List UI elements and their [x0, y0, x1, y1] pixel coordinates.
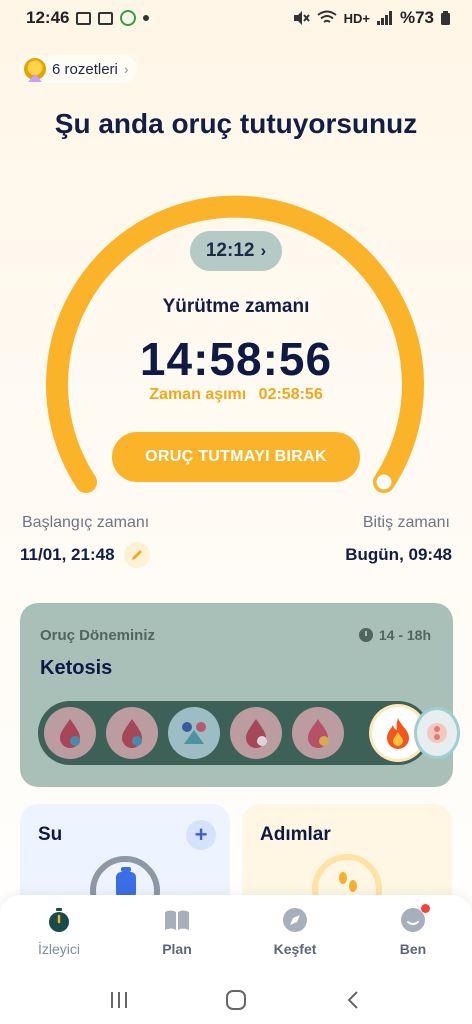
steps-title: Adımlar — [260, 824, 331, 845]
overtime-value: 02:58:56 — [258, 386, 323, 403]
compass-icon — [282, 907, 308, 933]
bottom-nav: İzleyici Plan Keşfet Ben — [0, 895, 472, 975]
add-water-button[interactable]: + — [186, 820, 216, 850]
nav-plan-label: Plan — [162, 941, 192, 957]
chevron-right-icon: › — [260, 241, 267, 260]
progress-end-marker — [373, 471, 395, 493]
stopwatch-icon — [46, 907, 72, 933]
footprints-icon — [339, 872, 357, 892]
start-time-value[interactable]: 11/01, 21:48 — [20, 545, 115, 565]
nav-tracker[interactable]: İzleyici — [0, 895, 118, 975]
fasting-phase-card[interactable]: Oruç Döneminiz 14 - 18h Ketosis — [20, 603, 460, 787]
phase-range-value: 14 - 18h — [378, 627, 431, 643]
overtime-label: Zaman aşımı — [149, 386, 247, 403]
phase-range: 14 - 18h — [358, 627, 431, 643]
nav-explore[interactable]: Keşfet — [236, 895, 354, 975]
book-icon — [164, 907, 190, 933]
nav-plan[interactable]: Plan — [118, 895, 236, 975]
overtime: Zaman aşımı 02:58:56 — [0, 386, 472, 404]
blood-sugar-rising-icon[interactable] — [44, 707, 96, 759]
nav-tracker-label: İzleyici — [37, 941, 80, 957]
plan-chip[interactable]: 12:12 › — [190, 231, 282, 271]
stop-fasting-button[interactable]: ORUÇ TUTMAYI BIRAK — [112, 432, 360, 482]
recent-apps-icon[interactable] — [107, 988, 131, 1012]
nav-profile-label: Ben — [399, 941, 427, 957]
clock-icon — [358, 628, 373, 642]
blood-sugar-normal-icon[interactable] — [168, 707, 220, 759]
phase-label: Oruç Döneminiz — [40, 627, 156, 644]
home-icon[interactable] — [224, 988, 248, 1012]
nav-explore-label: Keşfet — [273, 941, 317, 957]
fat-burning-icon[interactable] — [230, 707, 282, 759]
profile-icon — [400, 904, 430, 933]
start-time-label: Başlangıç zamanı — [22, 514, 150, 531]
water-title: Su — [38, 824, 63, 845]
autophagy-icon[interactable] — [414, 707, 460, 759]
back-icon[interactable] — [341, 988, 365, 1012]
end-time-label: Bitiş zamanı — [362, 514, 450, 531]
notification-dot — [421, 904, 430, 913]
plan-chip-label: 12:12 — [205, 240, 255, 261]
edit-icon[interactable] — [124, 542, 150, 568]
nav-profile[interactable]: Ben — [354, 895, 472, 975]
elapsed-time: 14:58:56 — [139, 333, 333, 385]
blood-sugar-falling-icon[interactable] — [106, 707, 158, 759]
end-time-value: Bugün, 09:48 — [345, 545, 452, 564]
elapsed-label: Yürütme zamanı — [162, 296, 310, 317]
phase-name: Ketosis — [40, 657, 113, 679]
system-navigation-bar — [0, 975, 472, 1024]
fat-burning-boost-icon[interactable] — [292, 707, 344, 759]
